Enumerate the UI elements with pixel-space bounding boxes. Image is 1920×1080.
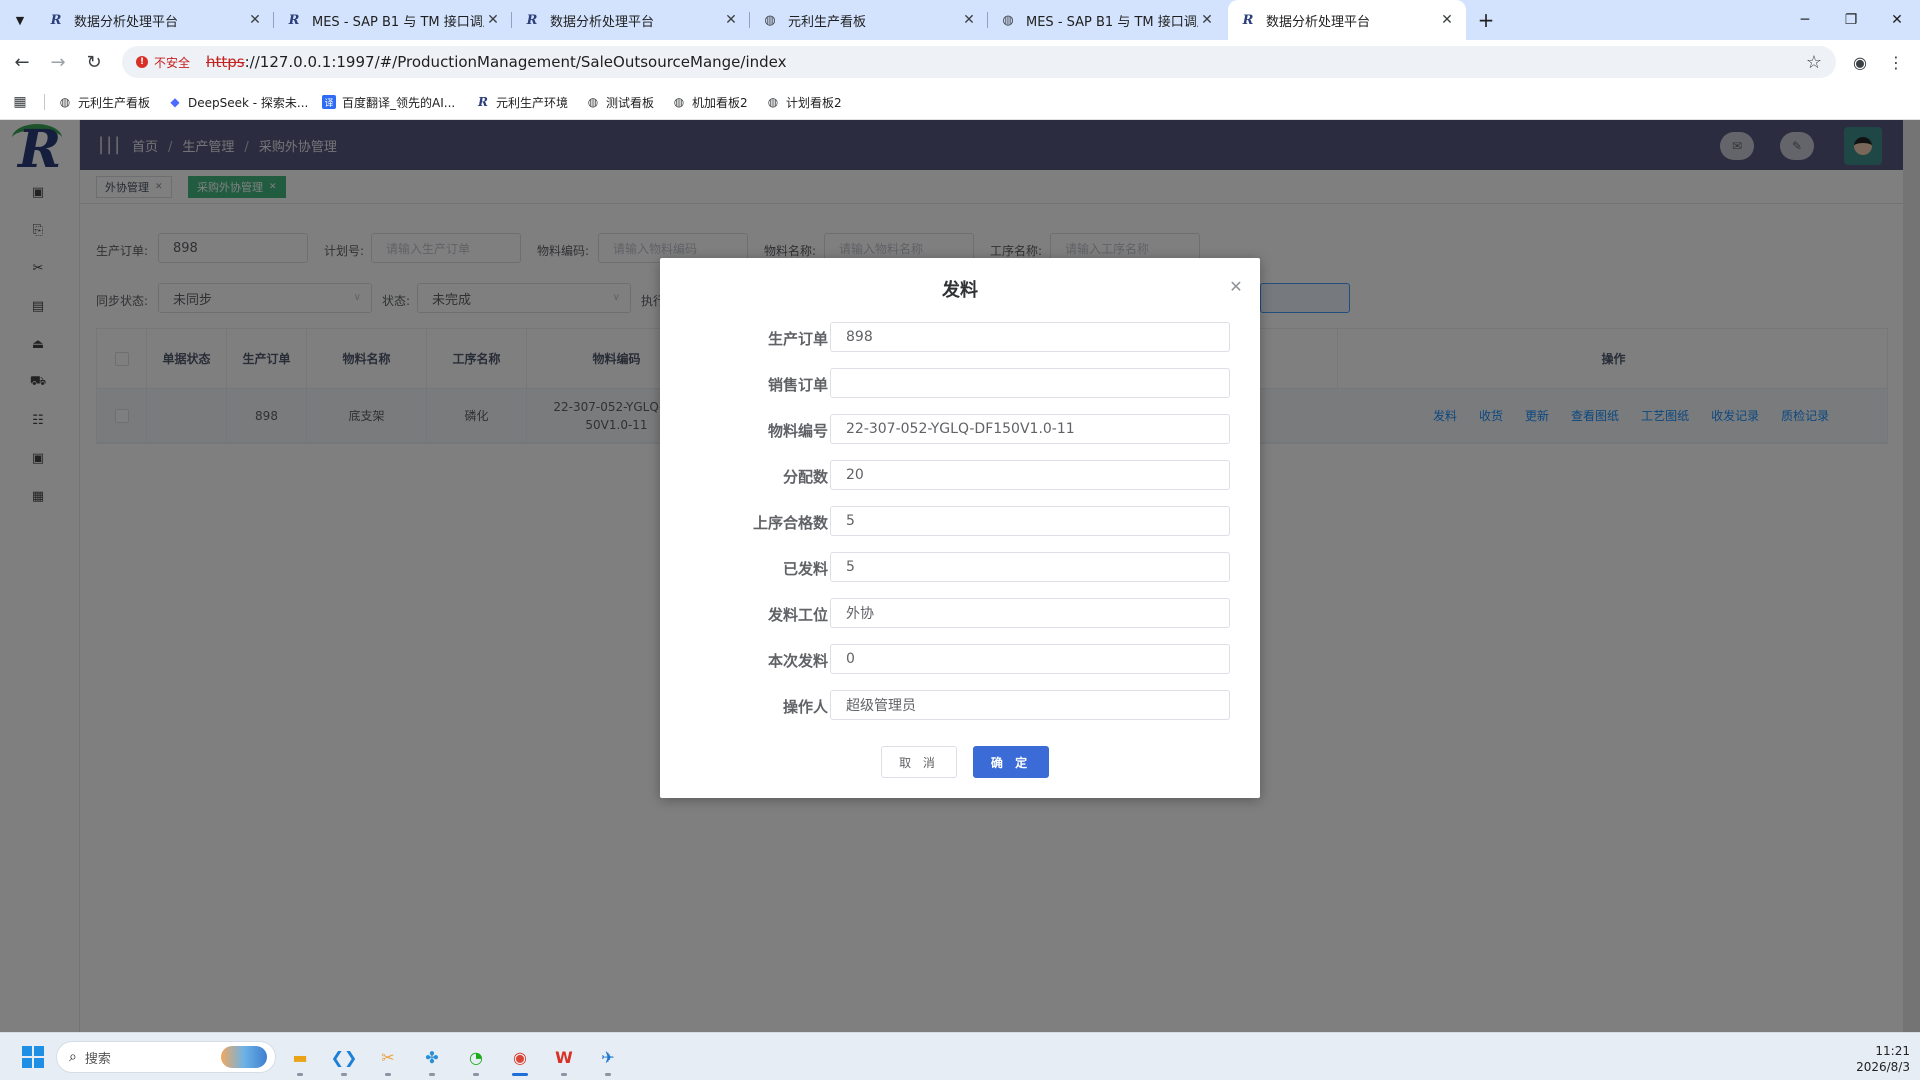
vscode-icon[interactable]: ❮❯ xyxy=(328,1041,360,1076)
wechat-icon[interactable]: ◔ xyxy=(460,1041,492,1076)
r-logo-icon: R xyxy=(50,12,62,28)
bookmark-3[interactable]: 译百度翻译_领先的AI... xyxy=(322,84,455,120)
globe-icon: ◍ xyxy=(587,95,599,109)
r-logo-icon: R xyxy=(288,12,300,28)
field-allocated-qty: 分配数 20 xyxy=(660,460,1260,490)
r-logo-icon: R xyxy=(478,95,488,109)
url-text[interactable]: https://127.0.0.1:1997/#/ProductionManag… xyxy=(206,53,787,71)
issued-qty-input[interactable]: 5 xyxy=(830,552,1230,582)
operator-input[interactable]: 超级管理员 xyxy=(830,690,1230,720)
system-clock[interactable]: 11:21 2026/8/3 xyxy=(1850,1043,1910,1075)
current-issue-input[interactable]: 0 xyxy=(830,644,1230,674)
browser-tab-4[interactable]: ◍ 元利生产看板 ✕ xyxy=(750,0,988,40)
snipping-tool-icon[interactable]: ✂ xyxy=(372,1041,404,1076)
menu-kebab-icon[interactable]: ⋮ xyxy=(1882,48,1910,76)
browser-tab-2[interactable]: R MES - SAP B1 与 TM 接口调用 ✕ xyxy=(274,0,512,40)
bookmark-1[interactable]: ◍ 元利生产看板 xyxy=(58,84,150,120)
taskbar-search[interactable]: ⌕ 搜索 xyxy=(56,1041,276,1073)
bookmark-4[interactable]: R 元利生产环境 xyxy=(476,84,568,120)
reload-icon[interactable]: ↻ xyxy=(80,48,108,76)
search-icon: ⌕ xyxy=(69,1049,77,1065)
close-tab-icon[interactable]: ✕ xyxy=(246,12,264,28)
prev-qualified-qty-input[interactable]: 5 xyxy=(830,506,1230,536)
file-explorer-icon[interactable]: ▬ xyxy=(284,1041,316,1076)
profile-icon[interactable]: ◉ xyxy=(1846,48,1874,76)
r-logo-icon: R xyxy=(526,12,538,28)
browser-tab-6-active[interactable]: R 数据分析处理平台 ✕ xyxy=(1228,0,1466,40)
bookmark-5[interactable]: ◍ 测试看板 xyxy=(586,84,654,120)
globe-icon: ◍ xyxy=(59,95,71,109)
bookmarks-bar: ▦ ◍ 元利生产看板 ◆ DeepSeek - 探索未... 译百度翻译_领先的AI… xyxy=(0,84,1920,120)
field-material-number: 物料编号 22-307-052-YGLQ-DF150V1.0-11 xyxy=(660,414,1260,444)
material-number-input[interactable]: 22-307-052-YGLQ-DF150V1.0-11 xyxy=(830,414,1230,444)
field-issued-qty: 已发料 5 xyxy=(660,552,1260,582)
address-bar[interactable]: ! 不安全 https://127.0.0.1:1997/#/Productio… xyxy=(122,46,1836,78)
browser-toolbar: ← → ↻ ! 不安全 https://127.0.0.1:1997/#/Pro… xyxy=(0,40,1920,84)
dialog-title: 发料 xyxy=(942,280,978,301)
browser-tab-strip: ▼ R 数据分析处理平台 ✕ R MES - SAP B1 与 TM 接口调用 … xyxy=(0,0,1920,40)
r-logo-icon: R xyxy=(1242,12,1254,28)
minimize-icon[interactable]: ─ xyxy=(1782,0,1828,40)
new-tab-plus-icon[interactable]: + xyxy=(1472,6,1500,34)
bookmark-7[interactable]: ◍ 计划看板2 xyxy=(766,84,842,120)
close-tab-icon[interactable]: ✕ xyxy=(1198,12,1216,28)
close-tab-icon[interactable]: ✕ xyxy=(484,12,502,28)
close-icon[interactable]: ✕ xyxy=(1224,274,1248,298)
security-indicator[interactable]: ! 不安全 xyxy=(130,51,198,73)
search-highlight-image xyxy=(221,1046,267,1068)
production-order-input[interactable]: 898 xyxy=(830,322,1230,352)
issue-material-dialog: 发料 ✕ 生产订单 898 销售订单 物料编号 22-307-052-YGLQ-… xyxy=(660,258,1260,798)
field-operator: 操作人 超级管理员 xyxy=(660,690,1260,720)
close-tab-icon[interactable]: ✕ xyxy=(1438,12,1456,28)
windows-start-icon[interactable] xyxy=(22,1046,44,1068)
forward-arrow-icon[interactable]: → xyxy=(44,48,72,76)
deepseek-icon: ◆ xyxy=(170,95,180,109)
globe-icon: ◍ xyxy=(1002,12,1014,28)
globe-icon: ◍ xyxy=(764,12,776,28)
field-current-issue: 本次发料 0 xyxy=(660,644,1260,674)
restore-icon[interactable]: ❐ xyxy=(1828,0,1874,40)
field-sales-order: 销售订单 xyxy=(660,368,1260,398)
bookmark-2[interactable]: ◆ DeepSeek - 探索未... xyxy=(168,84,308,120)
close-tab-icon[interactable]: ✕ xyxy=(960,12,978,28)
window-close-icon[interactable]: ✕ xyxy=(1874,0,1920,40)
dingtalk-icon[interactable]: ✈ xyxy=(592,1041,624,1076)
bookmark-star-icon[interactable]: ☆ xyxy=(1806,52,1822,73)
baidu-translate-icon: 译 xyxy=(322,95,336,109)
apps-grid-icon[interactable]: ▦ xyxy=(10,92,30,112)
os-taskbar: ⌕ 搜索 ▬ ❮❯ ✂ ✤ ◔ ◉ W ✈ 11:21 2026/8/3 xyxy=(0,1032,1920,1080)
field-issue-station: 发料工位 外协 xyxy=(660,598,1260,628)
cancel-button[interactable]: 取 消 xyxy=(881,746,957,778)
sales-order-input[interactable] xyxy=(830,368,1230,398)
close-tab-icon[interactable]: ✕ xyxy=(722,12,740,28)
field-production-order: 生产订单 898 xyxy=(660,322,1260,352)
globe-icon: ◍ xyxy=(673,95,685,109)
browser-tab-3[interactable]: R 数据分析处理平台 ✕ xyxy=(512,0,750,40)
wps-icon[interactable]: W xyxy=(548,1041,580,1076)
globe-icon: ◍ xyxy=(767,95,779,109)
network-app-icon[interactable]: ✤ xyxy=(416,1041,448,1076)
back-arrow-icon[interactable]: ← xyxy=(8,48,36,76)
field-prev-qualified-qty: 上序合格数 5 xyxy=(660,506,1260,536)
bookmark-6[interactable]: ◍ 机加看板2 xyxy=(672,84,748,120)
browser-tab-5[interactable]: ◍ MES - SAP B1 与 TM 接口调用 ✕ xyxy=(988,0,1226,40)
chrome-icon[interactable]: ◉ xyxy=(504,1041,536,1076)
confirm-button[interactable]: 确 定 xyxy=(973,746,1049,778)
allocated-qty-input[interactable]: 20 xyxy=(830,460,1230,490)
tab-search-chevron-icon[interactable]: ▼ xyxy=(8,8,32,32)
issue-station-input[interactable]: 外协 xyxy=(830,598,1230,628)
warning-icon: ! xyxy=(136,56,148,68)
browser-tab-1[interactable]: R 数据分析处理平台 ✕ xyxy=(36,0,274,40)
